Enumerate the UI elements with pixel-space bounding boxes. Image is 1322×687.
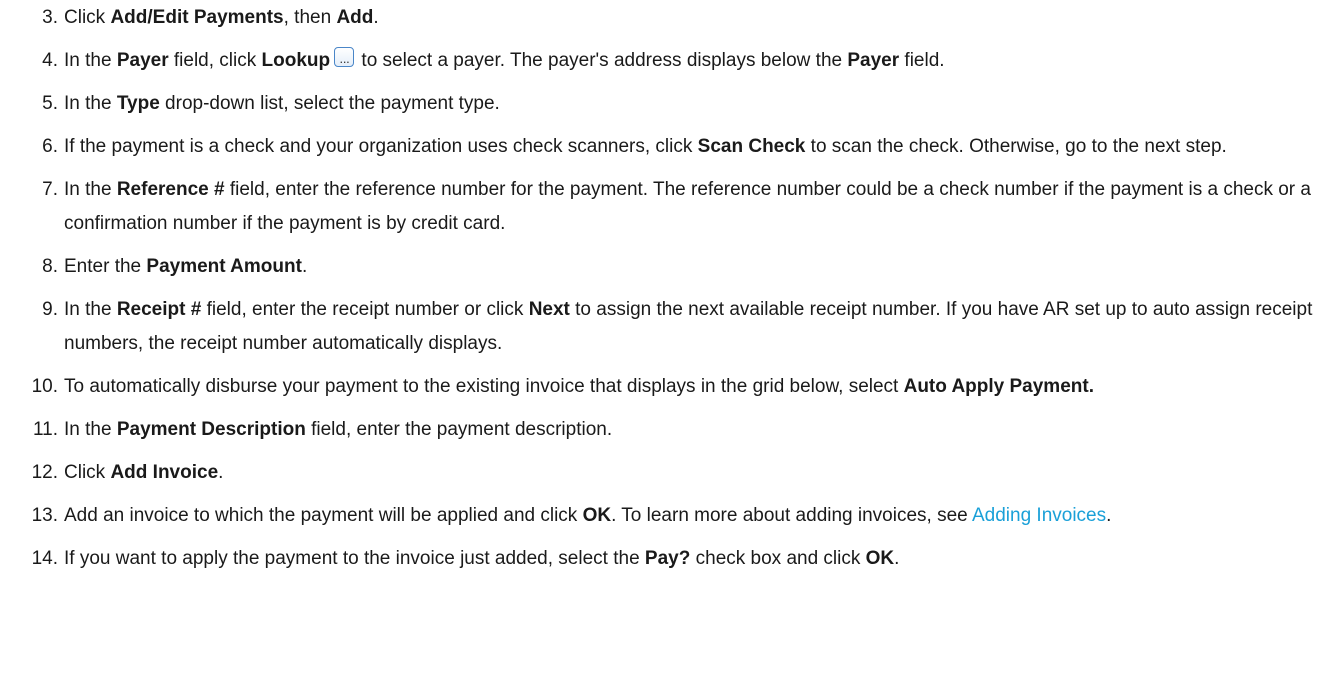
ui-term: Receipt #	[116, 299, 202, 320]
step-text: In the Receipt # field, enter the receip…	[64, 299, 1312, 354]
ui-term: Scan Check	[697, 136, 806, 157]
ui-term: Payment Amount	[146, 256, 302, 277]
ui-term: Add/Edit Payments	[110, 7, 284, 28]
step-number: 8.	[42, 256, 58, 277]
step-text: In the Reference # field, enter the refe…	[64, 179, 1311, 234]
text-run: .	[373, 7, 379, 28]
text-run: If the payment is a check and your organ…	[64, 136, 698, 157]
ui-term: Add Invoice	[110, 462, 219, 483]
step-number: 7.	[42, 179, 58, 200]
instruction-step: 5. In the Type drop-down list, select the…	[0, 87, 1322, 121]
text-run: .	[894, 548, 900, 569]
text-run: In the	[64, 299, 117, 320]
adding-invoices-link[interactable]: Adding Invoices	[972, 505, 1106, 526]
text-run: In the	[64, 419, 117, 440]
lookup-icon	[334, 45, 355, 79]
step-number: 10.	[31, 376, 58, 397]
text-run: to scan the check. Otherwise, go to the …	[805, 136, 1227, 157]
ui-term: OK	[865, 548, 895, 569]
ui-term: Type	[116, 93, 160, 114]
step-number: 5.	[42, 93, 58, 114]
ui-term: Auto Apply Payment.	[903, 376, 1094, 397]
instruction-step: 8. Enter the Payment Amount.	[0, 250, 1322, 284]
text-run: . To learn more about adding invoices, s…	[611, 505, 972, 526]
text-run: field, enter the reference number for th…	[64, 179, 1311, 234]
ui-term: Payment Description	[116, 419, 306, 440]
text-run: check box and click	[690, 548, 866, 569]
ui-term: Pay?	[644, 548, 691, 569]
text-run: .	[301, 256, 308, 277]
text-run: To automatically disburse your payment t…	[64, 376, 904, 397]
step-number: 11.	[32, 419, 58, 440]
ui-term: Payer	[847, 50, 900, 71]
step-text: Click Add/Edit Payments, then Add.	[64, 7, 379, 28]
ui-term: Reference #	[116, 179, 225, 200]
step-text: Enter the Payment Amount.	[64, 256, 307, 277]
text-run: Click	[64, 462, 111, 483]
step-number: 6.	[42, 136, 58, 157]
text-run: .	[218, 462, 224, 483]
instruction-steps-list: 3. Click Add/Edit Payments, then Add. 4. In…	[0, 0, 1322, 585]
step-number: 12.	[31, 462, 58, 483]
step-number: 14.	[31, 548, 58, 569]
step-text: In the Type drop-down list, select the p…	[64, 93, 500, 114]
instruction-step: 7. In the Reference # field, enter the re…	[0, 173, 1322, 241]
step-number: 4.	[42, 50, 58, 71]
text-run: field, enter the payment description.	[305, 419, 613, 440]
instruction-step: 14. If you want to apply the payment to t…	[0, 542, 1322, 576]
step-text: If you want to apply the payment to the …	[64, 548, 899, 569]
step-text: In the Payment Description field, enter …	[64, 419, 612, 440]
ui-term: Add	[336, 7, 374, 28]
text-run: , then	[283, 7, 337, 28]
text-run: In the	[64, 179, 117, 200]
instruction-step: 11. In the Payment Description field, ent…	[0, 413, 1322, 447]
text-run: Add an invoice to which the payment will…	[64, 505, 583, 526]
instruction-step: 10. To automatically disburse your paymen…	[0, 370, 1322, 404]
text-run: .	[1106, 505, 1112, 526]
text-run: In the	[64, 50, 117, 71]
ui-term: Lookup	[261, 50, 331, 71]
instruction-step: 9. In the Receipt # field, enter the rece…	[0, 293, 1322, 361]
text-run: Click	[64, 7, 111, 28]
instruction-step: 12. Click Add Invoice.	[0, 456, 1322, 490]
step-text: Add an invoice to which the payment will…	[64, 505, 1111, 526]
text-run: field, enter the receipt number or click	[201, 299, 529, 320]
instruction-step: 3. Click Add/Edit Payments, then Add.	[0, 1, 1322, 35]
text-run: drop-down list, select the payment type.	[159, 93, 500, 114]
ui-term: OK	[582, 505, 612, 526]
step-number: 9.	[42, 299, 58, 320]
step-text: In the Payer field, click Lookup to sele…	[64, 45, 945, 79]
text-run: If you want to apply the payment to the …	[64, 548, 645, 569]
text-run: Enter the	[64, 256, 147, 277]
instruction-step: 6. If the payment is a check and your org…	[0, 130, 1322, 164]
step-text: If the payment is a check and your organ…	[64, 136, 1227, 157]
step-text: Click Add Invoice.	[64, 462, 223, 483]
instruction-step: 4. In the Payer field, click Lookup to se…	[0, 44, 1322, 79]
text-run: field, click	[168, 50, 262, 71]
text-run: In the	[64, 93, 117, 114]
step-number: 3.	[42, 7, 58, 28]
ui-term: Payer	[116, 50, 169, 71]
text-run: field.	[899, 50, 945, 71]
instruction-step: 13. Add an invoice to which the payment w…	[0, 499, 1322, 533]
text-run: to select a payer. The payer's address d…	[356, 50, 848, 71]
step-text: To automatically disburse your payment t…	[64, 376, 1094, 397]
step-number: 13.	[31, 505, 58, 526]
ui-term: Next	[528, 299, 570, 320]
